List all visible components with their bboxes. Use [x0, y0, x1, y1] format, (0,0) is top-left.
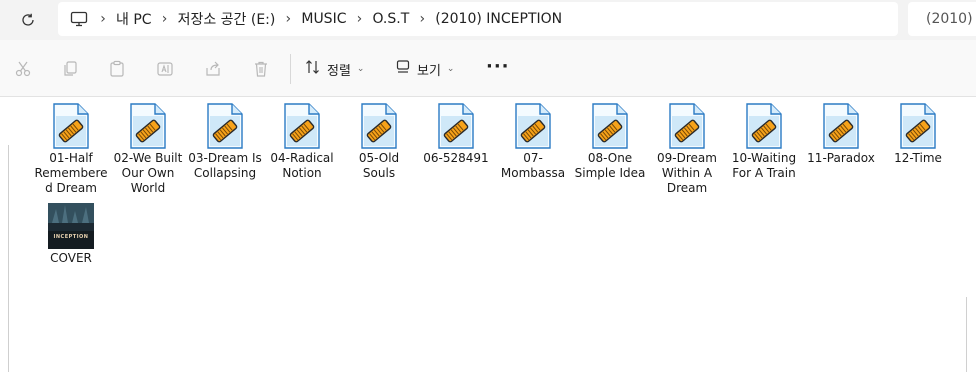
- file-name: 08-One Simple Idea: [574, 151, 646, 180]
- refresh-icon[interactable]: [16, 8, 40, 32]
- audio-file-icon: [264, 103, 340, 149]
- file-name: 09-Dream Within A Dream: [657, 151, 717, 195]
- delete-icon[interactable]: [250, 58, 272, 80]
- file-name: 01-Half Remembered Dream: [34, 151, 108, 195]
- audio-file-icon: [418, 103, 494, 149]
- sort-button[interactable]: 정렬 ⌄: [305, 56, 364, 82]
- view-button[interactable]: 보기 ⌄: [395, 56, 454, 82]
- file-name: 06-528491: [423, 151, 489, 165]
- file-item[interactable]: 12-Time: [880, 103, 956, 166]
- audio-file-icon: [187, 103, 263, 149]
- cut-icon[interactable]: [12, 58, 34, 80]
- file-name: COVER: [50, 251, 92, 265]
- file-list: 01-Half Remembered Dream 02-We Built Our …: [0, 97, 976, 372]
- toolbar-divider: [290, 54, 291, 84]
- address-row: › 내 PC › 저장소 공간 (E:) › MUSIC › O.S.T › (…: [0, 0, 976, 40]
- audio-file-icon: [110, 103, 186, 149]
- breadcrumb-item[interactable]: MUSIC: [301, 11, 346, 27]
- search-input[interactable]: (2010) INCEPTION: [908, 2, 976, 36]
- file-name: 04-Radical Notion: [270, 151, 334, 180]
- cover-title: INCEPTION: [53, 234, 89, 240]
- rename-icon[interactable]: [154, 58, 176, 80]
- file-item[interactable]: 05-Old Souls: [341, 103, 417, 181]
- audio-file-icon: [880, 103, 956, 149]
- file-item[interactable]: 03-Dream Is Collapsing: [187, 103, 263, 181]
- breadcrumb[interactable]: › 내 PC › 저장소 공간 (E:) › MUSIC › O.S.T › (…: [58, 2, 898, 36]
- scrollbar[interactable]: [966, 297, 967, 372]
- file-item[interactable]: 08-One Simple Idea: [572, 103, 648, 181]
- breadcrumb-item[interactable]: (2010) INCEPTION: [435, 11, 562, 27]
- chevron-right-icon[interactable]: ›: [409, 11, 435, 27]
- file-name: 02-We Built Our Own World: [113, 151, 183, 195]
- audio-file-icon: [341, 103, 417, 149]
- file-item[interactable]: 02-We Built Our Own World: [110, 103, 186, 196]
- audio-file-icon: [572, 103, 648, 149]
- image-thumbnail-icon: INCEPTION: [33, 203, 109, 249]
- file-name: 07-Mombassa: [500, 151, 566, 180]
- command-bar: 정렬 ⌄ 보기 ⌄ ···: [0, 40, 976, 97]
- chevron-right-icon[interactable]: ›: [152, 11, 178, 27]
- file-name: 03-Dream Is Collapsing: [188, 151, 262, 180]
- navigation-pane-edge[interactable]: [8, 145, 9, 372]
- audio-file-icon: [726, 103, 802, 149]
- file-item[interactable]: 07-Mombassa: [495, 103, 571, 181]
- chevron-down-icon: ⌄: [356, 64, 365, 74]
- file-item[interactable]: INCEPTION COVER: [33, 203, 109, 266]
- file-item[interactable]: 09-Dream Within A Dream: [649, 103, 725, 196]
- file-item[interactable]: 10-Waiting For A Train: [726, 103, 802, 181]
- copy-icon[interactable]: [59, 58, 81, 80]
- file-item[interactable]: 11-Paradox: [803, 103, 879, 166]
- file-name: 12-Time: [894, 151, 942, 165]
- file-name: 11-Paradox: [807, 151, 875, 165]
- file-name: 05-Old Souls: [358, 151, 400, 180]
- audio-file-icon: [33, 103, 109, 149]
- breadcrumb-item[interactable]: O.S.T: [372, 11, 409, 27]
- file-item[interactable]: 04-Radical Notion: [264, 103, 340, 181]
- computer-icon[interactable]: [70, 9, 90, 29]
- chevron-right-icon[interactable]: ›: [275, 11, 301, 27]
- view-label: 보기: [417, 63, 441, 79]
- more-options-icon[interactable]: ···: [486, 56, 510, 77]
- chevron-down-icon: ⌄: [446, 64, 455, 74]
- sort-icon: [305, 59, 321, 79]
- file-item[interactable]: 01-Half Remembered Dream: [33, 103, 109, 196]
- file-name: 10-Waiting For A Train: [731, 151, 797, 180]
- chevron-right-icon[interactable]: ›: [90, 11, 116, 27]
- share-icon[interactable]: [202, 58, 224, 80]
- file-item[interactable]: 06-528491: [418, 103, 494, 166]
- chevron-right-icon[interactable]: ›: [346, 11, 372, 27]
- audio-file-icon: [649, 103, 725, 149]
- paste-icon[interactable]: [106, 58, 128, 80]
- audio-file-icon: [803, 103, 879, 149]
- sort-label: 정렬: [327, 63, 351, 79]
- breadcrumb-item[interactable]: 내 PC: [116, 9, 152, 29]
- breadcrumb-item[interactable]: 저장소 공간 (E:): [178, 9, 276, 29]
- view-icon: [395, 59, 411, 79]
- audio-file-icon: [495, 103, 571, 149]
